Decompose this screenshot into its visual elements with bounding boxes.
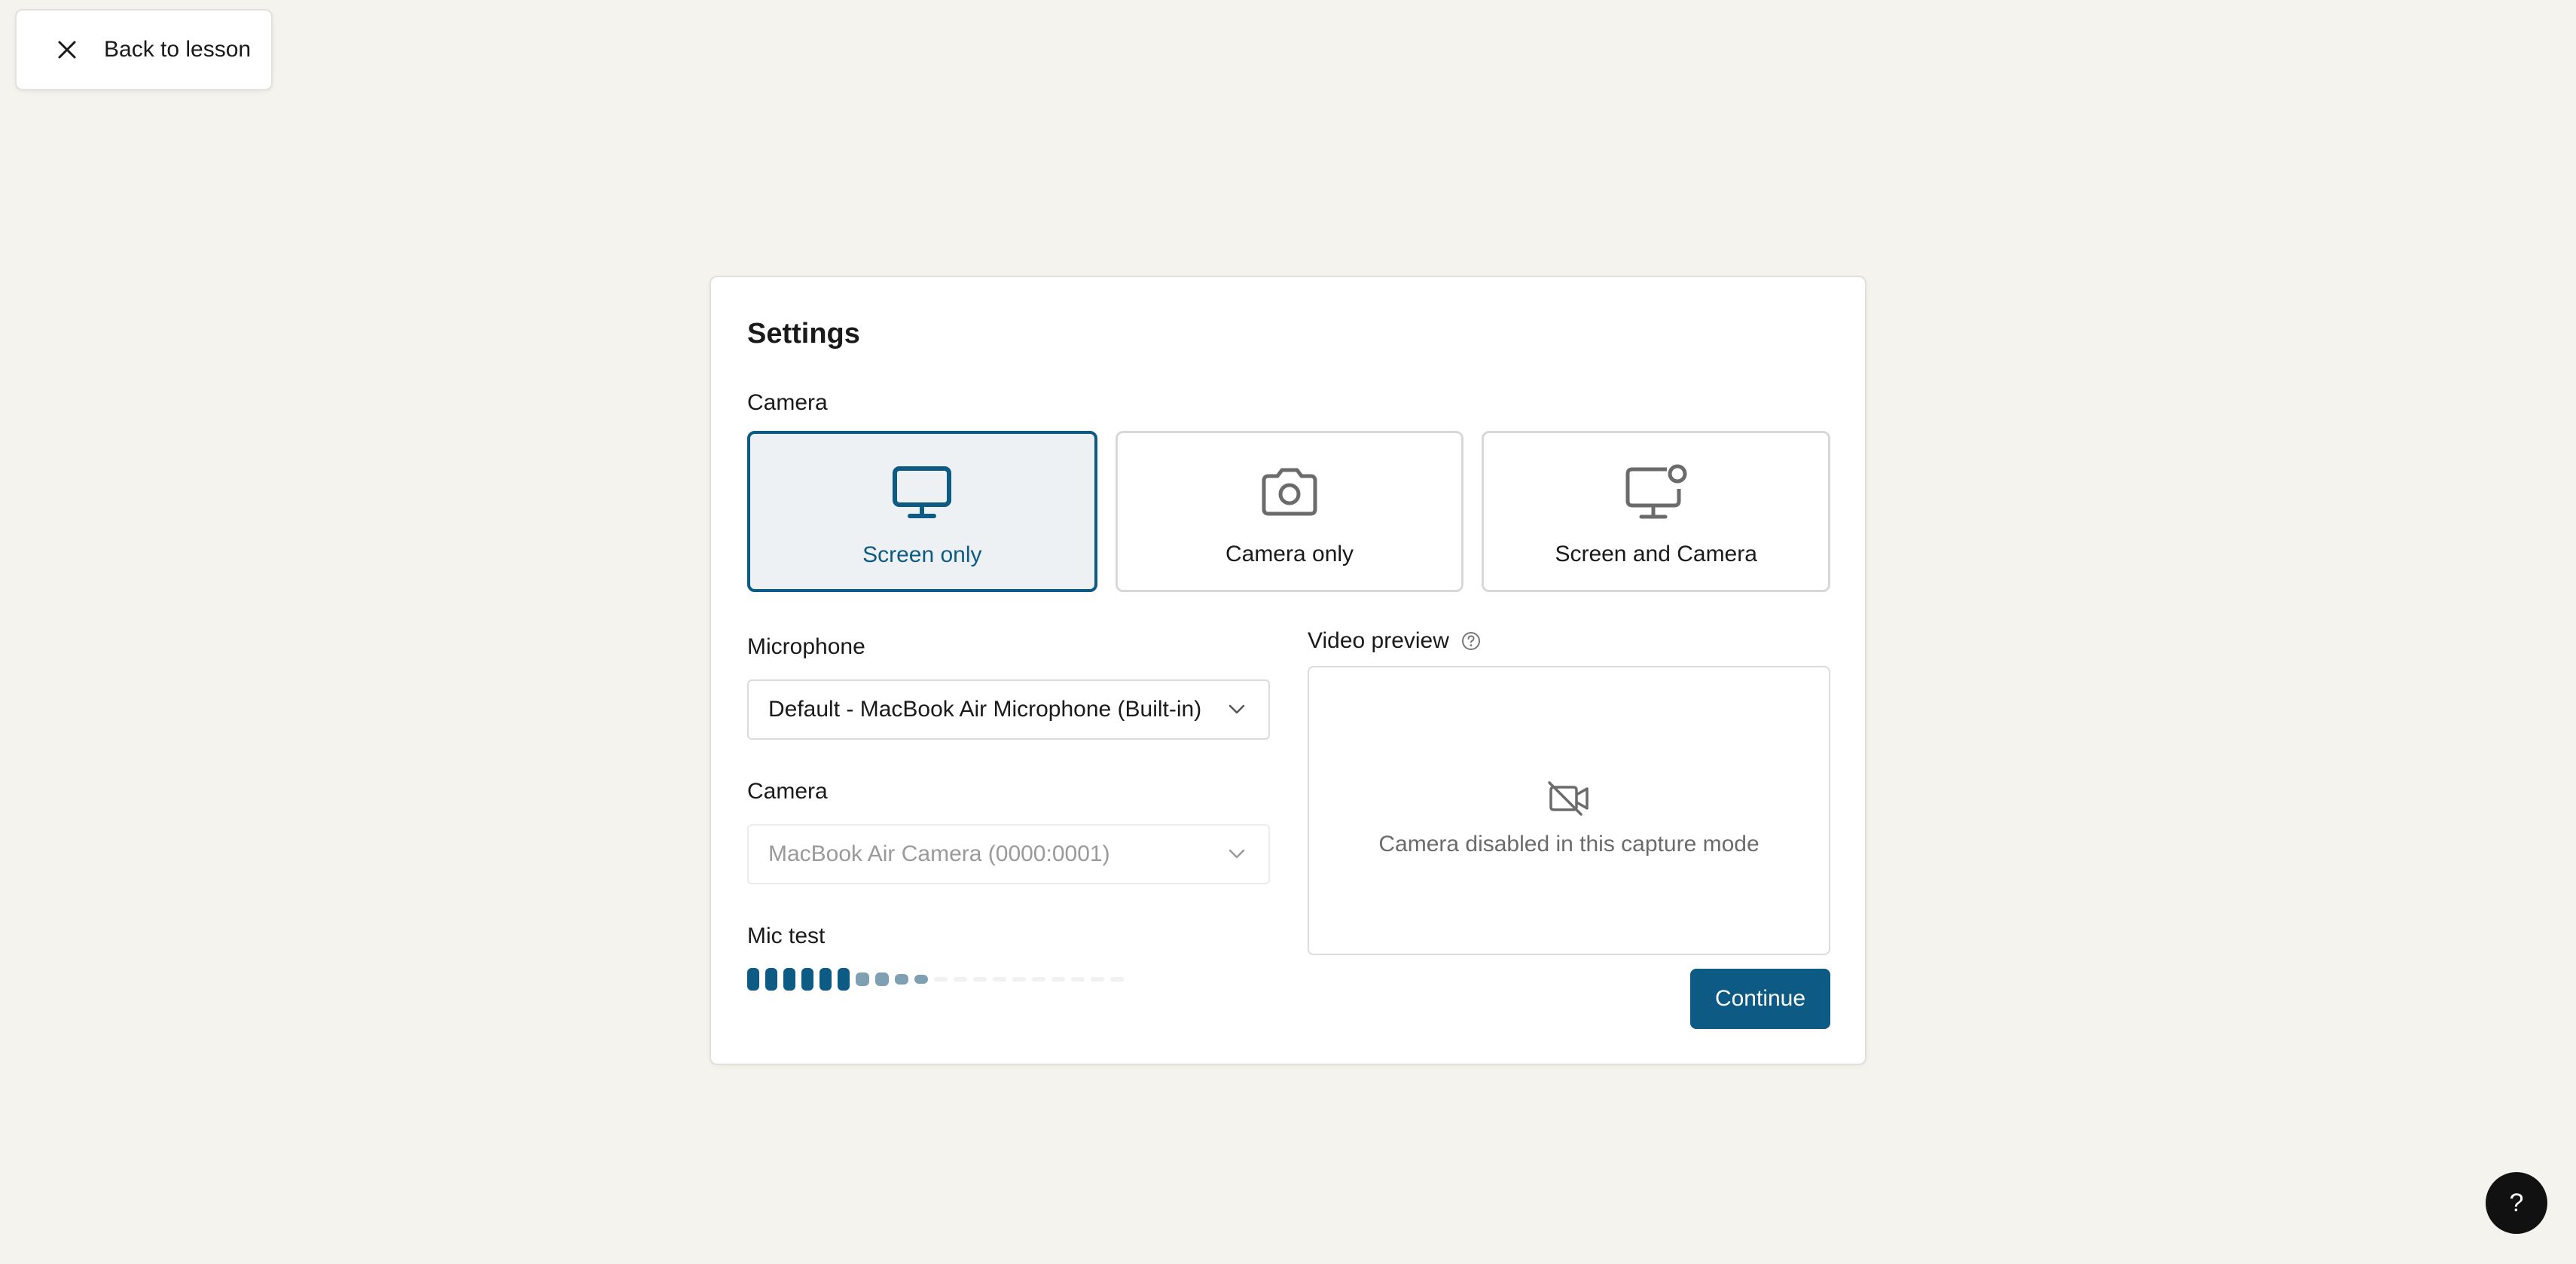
mic-level-bar	[914, 975, 928, 984]
mic-level-bar	[819, 968, 832, 991]
video-off-icon	[1546, 779, 1592, 817]
chevron-down-icon	[1214, 849, 1259, 859]
mic-level-bar	[1091, 977, 1104, 982]
mic-level-bar	[875, 972, 889, 986]
monitor-icon	[890, 461, 954, 524]
mic-level-bar	[1110, 977, 1124, 982]
video-preview-panel: Camera disabled in this capture mode	[1308, 666, 1830, 955]
camera-icon	[1258, 460, 1321, 524]
mode-screen-and-camera[interactable]: Screen and Camera	[1482, 431, 1831, 592]
capture-mode-options: Screen only Camera only Screen and Camer…	[747, 431, 1831, 592]
back-to-lesson-label: Back to lesson	[104, 37, 252, 62]
camera-mode-label: Camera	[747, 390, 828, 415]
settings-card: Settings Camera Screen only Camera only	[710, 276, 1866, 1065]
continue-button[interactable]: Continue	[1690, 969, 1830, 1029]
mode-label: Screen and Camera	[1555, 542, 1757, 566]
microphone-select[interactable]: Default - MacBook Air Microphone (Built-…	[747, 679, 1270, 740]
chevron-down-icon	[1214, 704, 1259, 715]
mic-level-bar	[856, 972, 869, 986]
camera-disabled-message: Camera disabled in this capture mode	[1378, 832, 1760, 856]
mic-level-bar	[934, 977, 948, 982]
mic-level-bar	[993, 977, 1006, 982]
mic-level-bar	[895, 974, 908, 985]
help-button[interactable]: ?	[2486, 1172, 2547, 1234]
mic-level-bar	[954, 977, 967, 982]
camera-device-label: Camera	[747, 779, 828, 804]
mic-level-bar	[1012, 977, 1026, 982]
mic-level-bar	[747, 968, 759, 991]
mic-level-bar	[783, 968, 795, 991]
camera-value: MacBook Air Camera (0000:0001)	[768, 841, 1110, 866]
settings-title: Settings	[747, 318, 860, 350]
mic-level-bar	[1071, 977, 1085, 982]
mic-level-bar	[973, 977, 987, 982]
help-circle-icon[interactable]	[1461, 631, 1481, 651]
mic-level-bar	[801, 968, 813, 991]
mic-level-bar	[1032, 977, 1045, 982]
microphone-value: Default - MacBook Air Microphone (Built-…	[768, 697, 1202, 722]
mic-level-bar	[1051, 977, 1065, 982]
mic-level-bar	[838, 968, 850, 991]
mode-screen-only[interactable]: Screen only	[747, 431, 1097, 592]
video-preview-label: Video preview	[1308, 628, 1449, 653]
mic-test-label: Mic test	[747, 924, 826, 948]
microphone-label: Microphone	[747, 634, 865, 659]
mode-label: Screen only	[862, 542, 982, 567]
mic-level-meter	[747, 967, 1124, 991]
mode-camera-only[interactable]: Camera only	[1115, 431, 1464, 592]
monitor-camera-icon	[1625, 460, 1688, 524]
back-to-lesson-button[interactable]: Back to lesson	[15, 9, 273, 90]
camera-select[interactable]: MacBook Air Camera (0000:0001)	[747, 824, 1270, 884]
close-icon	[54, 37, 80, 63]
video-preview-heading: Video preview	[1308, 628, 1481, 654]
mode-label: Camera only	[1225, 542, 1354, 566]
mic-level-bar	[765, 968, 777, 991]
